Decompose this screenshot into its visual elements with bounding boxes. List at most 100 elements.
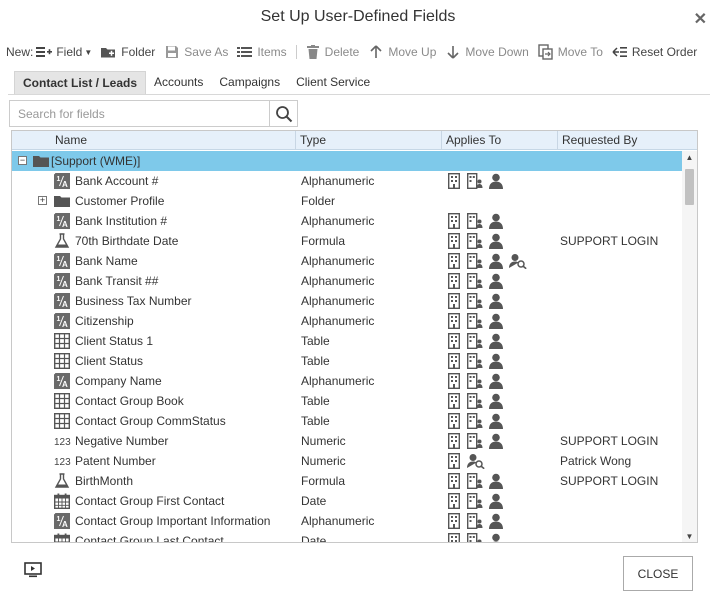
company-people-icon	[466, 232, 483, 250]
delete-button[interactable]: Delete	[305, 44, 359, 60]
svg-text:1: 1	[57, 216, 61, 223]
formula-flask-icon	[54, 473, 70, 489]
table-row[interactable]: 1 A Company Name Alphanumeric	[12, 371, 682, 391]
svg-text:1: 1	[57, 256, 61, 263]
company-people-icon	[466, 472, 483, 490]
search-box	[9, 100, 298, 127]
folder-icon	[54, 193, 70, 209]
column-header-name[interactable]: Name	[12, 131, 296, 150]
collapse-icon[interactable]: −	[18, 156, 27, 165]
applies-to-icons	[446, 212, 509, 230]
tab-contact-list-leads[interactable]: Contact List / Leads	[14, 71, 147, 94]
field-type: Table	[301, 394, 330, 408]
vertical-scrollbar[interactable]: ▲ ▼	[682, 151, 697, 542]
company-people-icon	[466, 172, 483, 190]
company-people-icon	[466, 432, 483, 450]
applies-to-icons	[446, 492, 509, 510]
save-as-button[interactable]: Save As	[164, 44, 228, 60]
column-header-type[interactable]: Type	[296, 131, 442, 150]
move-down-button[interactable]: Move Down	[445, 44, 529, 60]
person-icon	[488, 293, 504, 309]
tab-campaigns[interactable]: Campaigns	[211, 71, 288, 94]
applies-to-icons	[446, 372, 509, 390]
person-icon	[488, 533, 504, 542]
table-icon	[53, 352, 71, 370]
table-row[interactable]: 1 A Citizenship Alphanumeric	[12, 311, 682, 331]
close-button[interactable]: CLOSE	[623, 556, 693, 591]
alphanumeric-icon: 1A	[53, 292, 70, 309]
company-people-icon	[466, 272, 483, 290]
person-icon	[488, 393, 504, 409]
field-type: Formula	[301, 474, 346, 488]
save-icon	[164, 44, 180, 60]
expand-icon[interactable]: +	[38, 196, 47, 205]
table-row[interactable]: BirthMonth Formula SUPPORT LOGIN	[12, 471, 682, 491]
move-to-button[interactable]: Move To	[538, 44, 603, 60]
table-row[interactable]: Contact Group First Contact Date	[12, 491, 682, 511]
scrollbar-thumb[interactable]	[685, 169, 694, 205]
field-name: Bank Name	[75, 254, 138, 268]
svg-text:A: A	[62, 180, 68, 189]
alphanumeric-icon: 1A	[53, 272, 70, 289]
tab-client-service[interactable]: Client Service	[288, 71, 378, 94]
field-type: Date	[301, 494, 327, 508]
person-icon	[488, 513, 504, 529]
field-type: Table	[301, 334, 330, 348]
person-icon	[488, 433, 504, 449]
table-row[interactable]: 1 A Business Tax Number Alphanumeric	[12, 291, 682, 311]
table-row[interactable]: 70th Birthdate Date Formula SUPPORT LOGIN	[12, 231, 682, 251]
screen-icon[interactable]	[24, 562, 42, 578]
table-row[interactable]: 1 A Contact Group Important Information Alp…	[12, 511, 682, 531]
table-row[interactable]: Client Status 1 Table	[12, 331, 682, 351]
search-input[interactable]	[10, 101, 269, 126]
column-header-requested-by[interactable]: Requested By	[558, 131, 697, 150]
fields-grid: Name Type Applies To Requested By − [Supp…	[11, 130, 698, 543]
new-field-button[interactable]: Field ▼	[36, 44, 92, 60]
person-icon	[488, 253, 504, 269]
requested-by: SUPPORT LOGIN	[560, 434, 659, 448]
scroll-up-icon[interactable]: ▲	[682, 151, 697, 164]
table-row[interactable]: Contact Group Book Table	[12, 391, 682, 411]
new-folder-button[interactable]: Folder	[101, 44, 155, 60]
building-icon	[446, 352, 462, 370]
company-people-icon	[466, 312, 483, 330]
field-list-icon	[36, 44, 53, 60]
scroll-down-icon[interactable]: ▼	[682, 530, 697, 542]
search-button[interactable]	[269, 101, 297, 126]
table-row[interactable]: 123 Negative Number Numeric SUPPORT LOGIN	[12, 431, 682, 451]
field-name: [Support (WME)]	[51, 154, 141, 168]
table-row[interactable]: 1 A Bank Institution # Alphanumeric	[12, 211, 682, 231]
svg-text:1: 1	[57, 516, 61, 523]
close-icon[interactable]: ✕	[694, 9, 707, 29]
person-icon	[488, 413, 504, 429]
table-row[interactable]: 1 A Bank Account # Alphanumeric	[12, 171, 682, 191]
svg-text:1: 1	[57, 276, 61, 283]
items-button[interactable]: Items	[237, 44, 287, 60]
table-row[interactable]: 1 A Bank Transit ## Alphanumeric	[12, 271, 682, 291]
tab-accounts[interactable]: Accounts	[146, 71, 211, 94]
person-icon	[488, 373, 504, 389]
applies-to-icons	[446, 352, 509, 370]
table-row[interactable]: Contact Group Last Contact Date	[12, 531, 682, 542]
person-icon	[488, 333, 504, 349]
table-row[interactable]: Contact Group CommStatus Table	[12, 411, 682, 431]
table-row[interactable]: 123 Patent Number Numeric Patrick Wong	[12, 451, 682, 471]
field-type: Alphanumeric	[301, 254, 375, 268]
table-row[interactable]: − [Support (WME)]	[12, 151, 682, 171]
table-row[interactable]: 1 A Bank Name Alphanumeric	[12, 251, 682, 271]
company-people-icon	[466, 492, 483, 510]
applies-to-icons	[446, 332, 509, 350]
table-row[interactable]: + Customer Profile Folder	[12, 191, 682, 211]
building-icon	[446, 392, 462, 410]
calendar-icon	[53, 533, 71, 542]
grid-body: − [Support (WME)] 1 A Bank Account # Alphanum…	[12, 151, 682, 542]
arrow-up-icon	[368, 44, 384, 60]
table-row[interactable]: Client Status Table	[12, 351, 682, 371]
column-header-applies-to[interactable]: Applies To	[442, 131, 558, 150]
reset-order-button[interactable]: Reset Order	[612, 44, 697, 60]
move-up-button[interactable]: Move Up	[368, 44, 436, 60]
svg-text:1: 1	[57, 296, 61, 303]
requested-by: Patrick Wong	[560, 454, 632, 468]
alphanumeric-icon: 1A	[53, 512, 70, 529]
new-label: New:	[6, 45, 34, 59]
